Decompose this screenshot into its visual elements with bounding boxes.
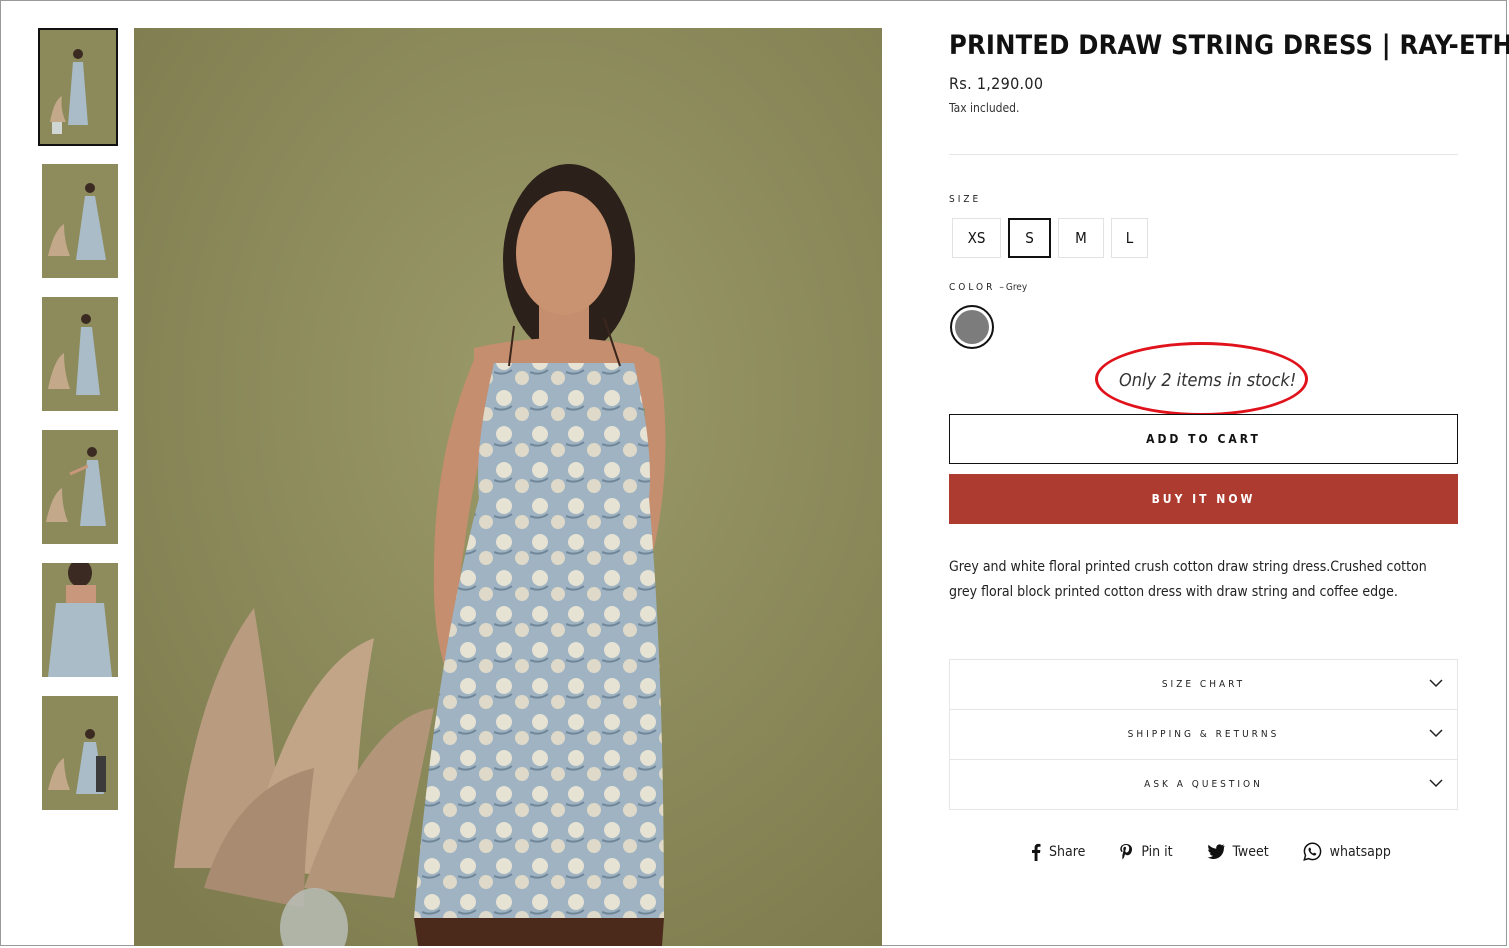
thumbnail-image — [42, 696, 118, 810]
swatch-fill — [955, 310, 989, 344]
social-share-row: Share Pin it Tweet whatsapp — [1031, 842, 1425, 861]
thumbnail-1[interactable] — [38, 28, 118, 146]
chevron-down-icon — [1429, 779, 1443, 788]
add-to-cart-button[interactable]: ADD TO CART — [949, 414, 1458, 464]
share-twitter-link[interactable]: Tweet — [1207, 844, 1269, 860]
size-selector: XS S M L — [952, 218, 1148, 258]
share-label: Share — [1049, 843, 1086, 860]
color-label-row: COLOR – Grey — [949, 282, 1027, 293]
share-facebook-link[interactable]: Share — [1031, 843, 1085, 861]
share-label: Tweet — [1232, 843, 1269, 860]
chevron-down-icon — [1429, 679, 1443, 688]
size-option-m[interactable]: M — [1058, 218, 1104, 258]
share-label: Pin it — [1141, 843, 1173, 860]
dress-photo — [134, 28, 882, 946]
size-option-xs[interactable]: XS — [952, 218, 1001, 258]
tax-note: Tax included. — [949, 101, 1020, 115]
divider — [949, 154, 1458, 155]
color-separator: – — [999, 282, 1004, 293]
info-accordion: SIZE CHART SHIPPING & RETURNS ASK A QUES… — [949, 659, 1458, 810]
size-label: SIZE — [949, 194, 982, 205]
accordion-label: SIZE CHART — [1161, 679, 1246, 690]
accordion-size-chart[interactable]: SIZE CHART — [950, 660, 1457, 709]
share-whatsapp-link[interactable]: whatsapp — [1302, 842, 1391, 861]
share-label: whatsapp — [1329, 843, 1391, 860]
whatsapp-icon — [1302, 842, 1322, 861]
stock-message: Only 2 items in stock! — [1119, 370, 1297, 391]
product-title: PRINTED DRAW STRING DRESS | RAY-ETHNIC — [949, 30, 1509, 61]
chevron-down-icon — [1429, 729, 1443, 738]
color-value: Grey — [1005, 282, 1028, 293]
product-price: Rs. 1,290.00 — [949, 74, 1044, 93]
thumbnail-4[interactable] — [41, 429, 119, 545]
thumbnail-image — [42, 164, 118, 278]
size-option-l[interactable]: L — [1111, 218, 1148, 258]
thumbnail-3[interactable] — [41, 296, 119, 412]
color-label: COLOR — [949, 282, 996, 293]
main-product-image[interactable] — [134, 28, 882, 946]
thumbnail-image — [42, 563, 118, 677]
accordion-label: SHIPPING & RETURNS — [1127, 729, 1280, 740]
thumbnail-2[interactable] — [41, 163, 119, 279]
pinterest-icon — [1120, 843, 1133, 859]
accordion-label: ASK A QUESTION — [1144, 779, 1263, 790]
thumbnail-6[interactable] — [41, 695, 119, 811]
color-swatch-grey[interactable] — [950, 305, 994, 349]
twitter-icon — [1207, 844, 1225, 859]
accordion-ask-question[interactable]: ASK A QUESTION — [950, 759, 1457, 809]
size-option-s[interactable]: S — [1008, 218, 1051, 258]
buy-now-button[interactable]: BUY IT NOW — [949, 474, 1458, 524]
product-description: Grey and white floral printed crush cott… — [949, 559, 1427, 600]
thumbnail-image — [40, 30, 116, 144]
share-pinterest-link[interactable]: Pin it — [1119, 843, 1173, 861]
accordion-shipping-returns[interactable]: SHIPPING & RETURNS — [950, 709, 1457, 759]
thumbnail-image — [42, 430, 118, 544]
thumbnail-image — [42, 297, 118, 411]
facebook-icon — [1032, 843, 1041, 861]
thumbnail-5[interactable] — [41, 562, 119, 678]
